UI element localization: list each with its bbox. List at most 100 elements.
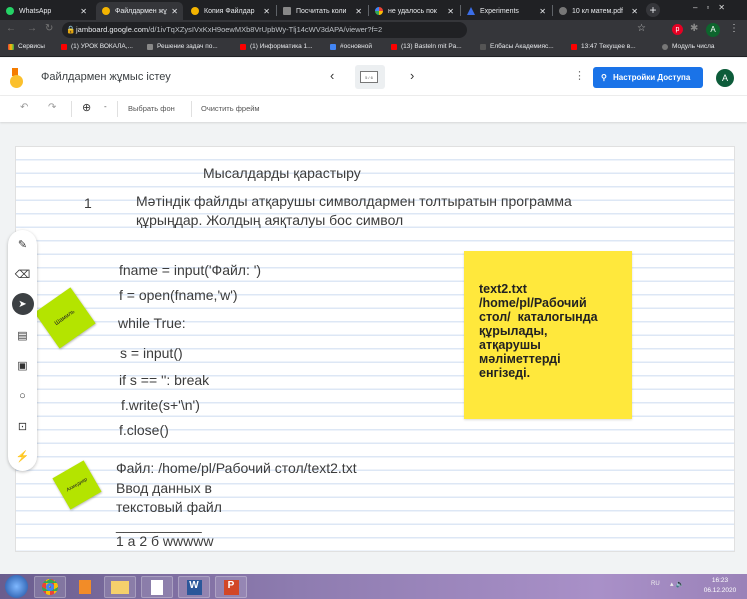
more-options-icon[interactable]: ⋮ <box>574 69 585 82</box>
apps-icon <box>8 43 14 50</box>
time: 16:23 <box>711 577 729 584</box>
tab-jamboard-active[interactable]: Файлдармен жұ ✕ <box>96 2 183 20</box>
clock[interactable]: 16:23 06.12.2020 <box>700 577 740 594</box>
close-tab-icon[interactable]: ✕ <box>539 7 546 16</box>
sticky-note-green[interactable]: Ахмедияр <box>52 460 102 510</box>
bookmark-services[interactable]: Сервисы <box>8 43 45 50</box>
select-tool-button[interactable]: ➤ <box>8 292 37 316</box>
bookmark[interactable]: #основной <box>330 43 372 50</box>
reload-icon[interactable]: ↻ <box>45 23 53 34</box>
undo-icon[interactable]: ↶ <box>20 102 28 113</box>
clear-frame-button[interactable]: Очистить фрейм <box>201 104 260 113</box>
bookmark[interactable]: 13:47 Текущее в... <box>571 43 636 50</box>
site-icon <box>662 43 668 50</box>
cursor-icon: ➤ <box>11 293 34 315</box>
forward-icon[interactable]: → <box>27 23 37 34</box>
jamboard-logo-circle <box>10 75 23 88</box>
zoom-icon[interactable]: ⊕ <box>82 101 91 114</box>
output-line: текстовый файл <box>116 499 222 515</box>
url-input[interactable]: 🔒 jamboard.google.com/d/1ivTqXZysIVxKxH9o… <box>62 22 467 38</box>
laser-icon[interactable]: ⚡ <box>8 444 37 468</box>
language-indicator[interactable]: RU <box>651 581 660 587</box>
redo-icon[interactable]: ↷ <box>48 102 56 113</box>
taskbar-media[interactable] <box>69 576 101 598</box>
note-line: стол/ каталогында <box>479 310 598 324</box>
divider <box>191 101 192 117</box>
bookmark[interactable]: (1) УРОК ВОКАЛА,... <box>61 43 133 50</box>
task-number: 1 <box>84 195 92 211</box>
pen-icon[interactable]: ✎ <box>8 232 37 256</box>
tab-pdf[interactable]: 10 кл матем.pdf ✕ <box>553 2 643 20</box>
whatsapp-icon <box>6 7 14 15</box>
bookmark[interactable]: Елбасы Академияс... <box>480 43 554 50</box>
tab-google[interactable]: не удалось пок ✕ <box>369 2 459 20</box>
frame-bar-button[interactable]: 5 / 6 <box>355 65 385 89</box>
chrome-icon <box>42 579 58 595</box>
close-tab-icon[interactable]: ✕ <box>263 7 270 16</box>
document-icon <box>151 579 163 595</box>
note-line: /home/pl/Рабочий <box>479 296 587 310</box>
tab-jamboard-copy[interactable]: Копия Файлдар ✕ <box>185 2 275 20</box>
bookmark[interactable]: (1) Информатика 1... <box>240 43 313 50</box>
zoom-dropdown[interactable]: - <box>104 102 107 111</box>
tray-icons[interactable]: ▴ 🔈 <box>670 580 684 588</box>
tab-experiments[interactable]: Experiments ✕ <box>461 2 551 20</box>
divider <box>71 101 72 117</box>
tab-count[interactable]: Посчитать коли ✕ <box>277 2 367 20</box>
youtube-icon <box>391 43 397 50</box>
google-icon <box>375 7 383 15</box>
person-add-icon: ⚲ <box>601 73 607 82</box>
profile-avatar[interactable]: A <box>706 23 720 37</box>
sticky-note-green[interactable]: Шамиль <box>34 287 96 349</box>
code-line: f.write(s+'\n') <box>121 397 200 413</box>
bookmark-star-icon[interactable]: ☆ <box>637 23 646 34</box>
output-line: Ввод данных в <box>116 479 212 496</box>
image-icon[interactable]: ▣ <box>8 353 37 377</box>
close-tab-icon[interactable]: ✕ <box>171 7 178 16</box>
bookmark[interactable]: Модуль числа <box>662 43 715 50</box>
code-line: fname = input('Файл: ') <box>119 262 262 278</box>
bookmark[interactable]: (13) Basteln mit Pa... <box>391 43 462 50</box>
previous-frame-button[interactable]: ‹ <box>330 68 334 83</box>
youtube-icon <box>61 43 67 50</box>
taskbar-word[interactable]: W <box>178 576 210 598</box>
divider <box>117 101 118 117</box>
taskbar-explorer[interactable] <box>104 576 136 598</box>
taskbar-chrome[interactable] <box>34 576 66 598</box>
new-tab-button[interactable]: + <box>646 3 660 17</box>
user-avatar[interactable]: A <box>716 69 734 87</box>
taskbar-powerpoint[interactable]: P <box>215 576 247 598</box>
text-box-icon[interactable]: ⊡ <box>8 414 37 438</box>
pinterest-icon[interactable]: p <box>672 24 683 35</box>
close-tab-icon[interactable]: ✕ <box>355 7 362 16</box>
close-tab-icon[interactable]: ✕ <box>80 7 87 16</box>
tab-whatsapp[interactable]: WhatsApp ✕ <box>0 2 92 20</box>
code-line: f = open(fname,'w') <box>119 287 238 303</box>
note-line: енгізеді. <box>479 366 531 380</box>
word-icon: W <box>186 579 202 595</box>
flask-icon <box>467 7 475 15</box>
share-settings-button[interactable]: ⚲ Настройки Доступа <box>593 67 703 88</box>
close-tab-icon[interactable]: ✕ <box>447 7 454 16</box>
extensions-icon[interactable]: ✱ <box>690 23 698 34</box>
eraser-icon[interactable]: ⌫ <box>8 262 37 286</box>
close-tab-icon[interactable]: ✕ <box>631 7 638 16</box>
media-player-icon <box>79 580 91 594</box>
back-icon[interactable]: ← <box>6 23 16 34</box>
taskbar-document[interactable] <box>141 576 173 598</box>
task-text-line1: Мәтіндік файлды атқарушы символдармен то… <box>136 193 572 209</box>
sticky-note-icon[interactable]: ▤ <box>8 323 37 347</box>
menu-icon[interactable]: ⋮ <box>729 23 739 34</box>
code-line: if s == '': break <box>119 372 210 388</box>
window-controls[interactable]: –▫✕ <box>693 3 734 12</box>
sticky-note-yellow[interactable]: text2.txt /home/pl/Рабочий стол/ каталог… <box>464 251 632 419</box>
start-button[interactable] <box>5 575 28 598</box>
next-frame-button[interactable]: › <box>410 68 414 83</box>
document-title[interactable]: Файлдармен жұмыс істеу <box>41 71 171 83</box>
site-icon <box>147 43 153 50</box>
set-background-button[interactable]: Выбрать фон <box>128 104 175 113</box>
note-line: құрылады, <box>479 324 548 338</box>
circle-shape-icon[interactable]: ○ <box>8 384 37 408</box>
bookmark[interactable]: Решение задач по... <box>147 43 218 50</box>
site-icon <box>330 43 336 50</box>
